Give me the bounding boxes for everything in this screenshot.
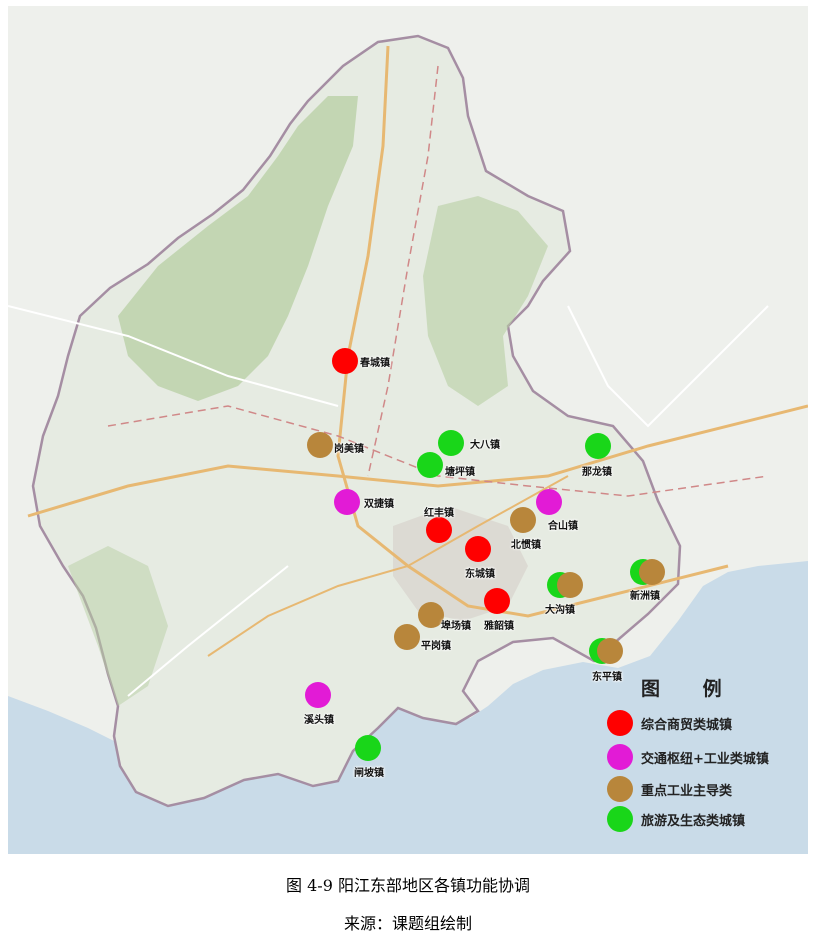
town-label-xitou: 溪头镇 — [304, 715, 334, 726]
town-marker-yashao — [484, 588, 510, 614]
town-marker-xitou — [305, 682, 331, 708]
town-label-beiguan: 北惯镇 — [511, 540, 541, 551]
legend-label: 重点工业主导类 — [641, 783, 733, 799]
town-label-shuangjie: 双捷镇 — [364, 499, 394, 510]
town-label-zhapo: 闸坡镇 — [354, 768, 384, 779]
town-marker-pinggang — [394, 624, 420, 650]
legend-item-tourism: 旅游及生态类城镇 — [607, 806, 745, 832]
town-marker-zhapo — [355, 735, 381, 761]
town-marker-beiguan — [510, 507, 536, 533]
town-marker-chuncheng — [332, 348, 358, 374]
figure-source: 来源：课题组绘制 — [343, 914, 472, 933]
legend-label: 综合商贸类城镇 — [641, 717, 733, 733]
town-marker-shuangjie — [334, 489, 360, 515]
town-label-pinggang: 平岗镇 — [421, 641, 451, 652]
legend-swatch-brown — [607, 776, 633, 802]
town-marker-daba — [438, 430, 464, 456]
town-marker-nalong — [585, 433, 611, 459]
town-label-daba: 大八镇 — [470, 440, 500, 451]
town-label-xinzhou: 新洲镇 — [630, 591, 660, 602]
legend-item-transport: 交通枢纽+工业类城镇 — [607, 744, 769, 770]
town-label-yashao: 雅韶镇 — [484, 621, 514, 632]
legend-swatch-magenta — [607, 744, 633, 770]
legend-label: 交通枢纽+工业类城镇 — [641, 751, 769, 767]
town-marker-heshan — [536, 489, 562, 515]
town-label-heshan: 合山镇 — [548, 521, 578, 532]
town-label-gangmei: 岗美镇 — [334, 444, 364, 455]
legend-item-commercial: 综合商贸类城镇 — [607, 710, 732, 736]
town-marker-xinzhou-industrial — [639, 559, 665, 585]
legend-swatch-green — [607, 806, 633, 832]
town-marker-tangping — [417, 452, 443, 478]
town-marker-gangmei — [307, 432, 333, 458]
town-label-chuncheng: 春城镇 — [360, 358, 390, 369]
legend-label: 旅游及生态类城镇 — [641, 813, 746, 829]
town-label-nalong: 那龙镇 — [582, 467, 612, 478]
town-label-tangping: 塘坪镇 — [445, 467, 475, 478]
legend-item-industrial: 重点工业主导类 — [607, 776, 732, 802]
town-label-hongfeng: 红丰镇 — [424, 508, 454, 519]
town-marker-dongcheng — [465, 536, 491, 562]
figure-caption: 图 4-9 阳江东部地区各镇功能协调 — [286, 876, 530, 895]
town-label-buchang: 埠场镇 — [441, 621, 471, 632]
town-marker-dongping-industrial — [597, 638, 623, 664]
town-marker-hongfeng — [426, 517, 452, 543]
town-label-dongcheng: 东城镇 — [465, 569, 495, 580]
legend-title: 图 例 — [641, 678, 740, 700]
legend: 图 例 综合商贸类城镇 交通枢纽+工业类城镇 重点工业主导类 旅游及生态类城镇 — [597, 672, 807, 842]
town-marker-dagou-industrial — [557, 572, 583, 598]
legend-swatch-red — [607, 710, 633, 736]
town-label-dagou: 大沟镇 — [545, 605, 575, 616]
